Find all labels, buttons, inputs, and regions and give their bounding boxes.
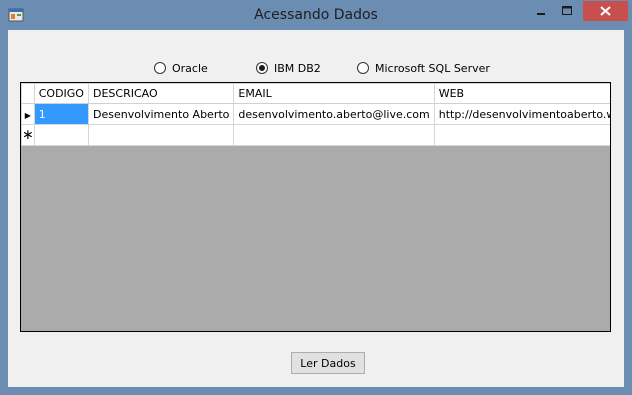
row-header[interactable]: ▶ bbox=[21, 103, 35, 125]
row-header[interactable]: ∗ bbox=[21, 124, 35, 146]
table-row[interactable]: ▶ 1 Desenvolvimento Aberto desenvolvimen… bbox=[21, 103, 610, 125]
column-header-descricao[interactable]: DESCRICAO bbox=[87, 83, 235, 104]
minimize-button[interactable] bbox=[528, 1, 554, 21]
radio-circle-checked[interactable] bbox=[256, 62, 268, 74]
cell-descricao[interactable]: Desenvolvimento Aberto bbox=[87, 103, 235, 125]
close-icon bbox=[600, 6, 611, 16]
radio-sql-server[interactable]: Microsoft SQL Server bbox=[357, 59, 490, 77]
maximize-icon bbox=[562, 6, 572, 15]
radio-label-ibm-db2: IBM DB2 bbox=[274, 61, 321, 75]
grid-corner-cell[interactable] bbox=[21, 83, 35, 104]
new-row-asterisk-icon: ∗ bbox=[22, 127, 34, 143]
radio-label-sql-server: Microsoft SQL Server bbox=[375, 61, 490, 75]
form-client-area: Oracle IBM DB2 Microsoft SQL Server CODI… bbox=[8, 30, 624, 387]
ler-dados-button[interactable]: Ler Dados bbox=[291, 352, 365, 374]
minimize-icon bbox=[537, 13, 545, 15]
cell-codigo[interactable] bbox=[33, 124, 89, 146]
cell-web[interactable] bbox=[433, 124, 610, 146]
maximize-button[interactable] bbox=[554, 1, 580, 21]
cell-email[interactable] bbox=[233, 124, 435, 146]
data-grid-table: CODIGO DESCRICAO EMAIL WEB ▶ 1 Desenvolv… bbox=[21, 83, 610, 146]
close-button[interactable] bbox=[583, 1, 628, 21]
radio-circle[interactable] bbox=[154, 62, 166, 74]
radio-ibm-db2[interactable]: IBM DB2 bbox=[256, 59, 321, 77]
cell-email[interactable]: desenvolvimento.aberto@live.com bbox=[233, 103, 435, 125]
radio-circle[interactable] bbox=[357, 62, 369, 74]
table-row-new[interactable]: ∗ bbox=[21, 124, 610, 146]
current-row-arrow-icon: ▶ bbox=[24, 110, 31, 120]
column-header-web[interactable]: WEB bbox=[433, 83, 610, 104]
title-bar[interactable]: Acessando Dados bbox=[0, 0, 632, 30]
column-header-codigo[interactable]: CODIGO bbox=[33, 83, 89, 104]
data-grid[interactable]: CODIGO DESCRICAO EMAIL WEB ▶ 1 Desenvolv… bbox=[20, 82, 611, 332]
cell-web[interactable]: http://desenvolvimentoaberto.wordp... bbox=[433, 103, 610, 125]
column-header-email[interactable]: EMAIL bbox=[233, 83, 435, 104]
app-window: Acessando Dados Oracle IBM DB2 Microsoft… bbox=[0, 0, 632, 395]
radio-label-oracle: Oracle bbox=[172, 61, 208, 75]
radio-oracle[interactable]: Oracle bbox=[154, 59, 208, 77]
cell-descricao[interactable] bbox=[87, 124, 235, 146]
cell-codigo[interactable]: 1 bbox=[33, 103, 89, 125]
